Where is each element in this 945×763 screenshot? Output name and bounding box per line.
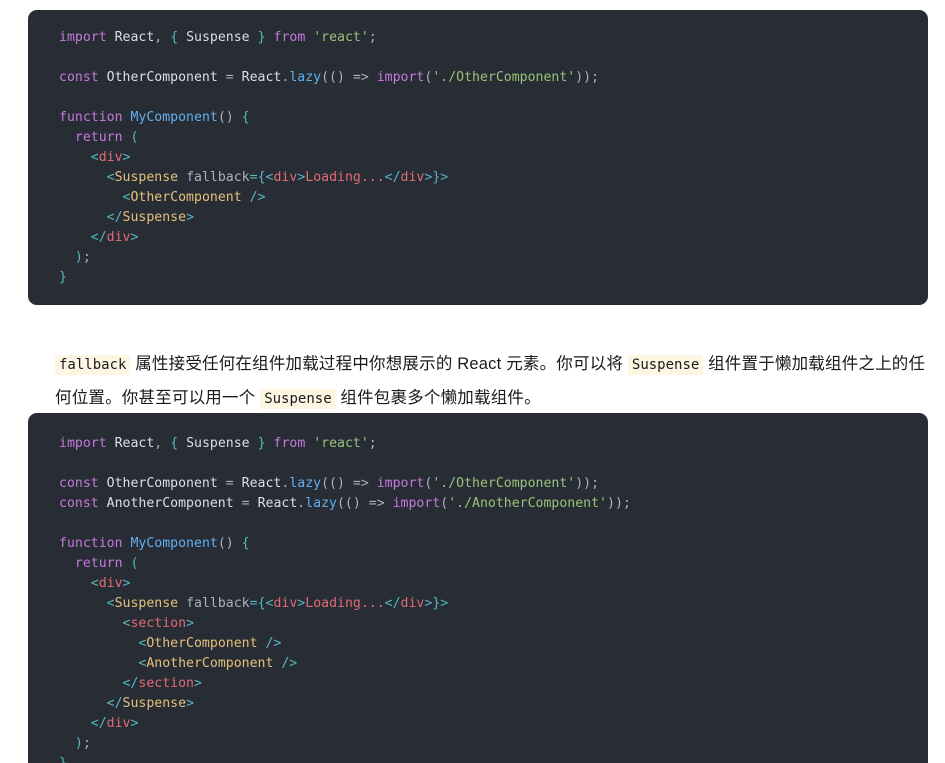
- code-line: </section>: [122, 676, 202, 691]
- code-line: </Suspense>: [106, 696, 195, 711]
- code-line: const OtherComponent = React.lazy(() => …: [59, 70, 600, 85]
- code-block-1-content[interactable]: import React, { Suspense } from 'react';…: [28, 10, 928, 305]
- code-line: }: [59, 754, 928, 763]
- code-line: const AnotherComponent = React.lazy(() =…: [59, 496, 631, 511]
- inline-code-suspense-2: Suspense: [260, 388, 336, 409]
- code-line: }: [59, 270, 67, 285]
- paragraph-fallback-explanation: fallback 属性接受任何在组件加载过程中你想展示的 React 元素。你可…: [55, 348, 935, 416]
- inline-code-fallback: fallback: [55, 354, 131, 375]
- code-block-1[interactable]: import React, { Suspense } from 'react';…: [28, 10, 928, 305]
- code-line: <div>: [90, 150, 131, 165]
- code-line: return (: [74, 556, 139, 571]
- code-line: function MyComponent() {: [59, 110, 250, 125]
- paragraph-text-3: 组件包裹多个懒加载组件。: [335, 388, 541, 407]
- code-line: return (: [74, 130, 139, 145]
- code-line: );: [74, 736, 91, 751]
- code-line: </div>: [90, 230, 139, 245]
- documentation-page: import React, { Suspense } from 'react';…: [0, 0, 945, 763]
- code-line: <OtherComponent />: [138, 636, 282, 651]
- code-line: <div>: [90, 576, 131, 591]
- code-line: const OtherComponent = React.lazy(() => …: [59, 476, 600, 491]
- code-line: import React, { Suspense } from 'react';: [59, 30, 377, 45]
- code-line: <Suspense fallback={<div>Loading...</div…: [106, 596, 449, 611]
- code-line: <AnotherComponent />: [138, 656, 298, 671]
- code-line: </Suspense>: [106, 210, 195, 225]
- inline-code-suspense-1: Suspense: [627, 354, 704, 375]
- code-line: <OtherComponent />: [122, 190, 266, 205]
- code-line: <section>: [122, 616, 195, 631]
- code-line: import React, { Suspense } from 'react';: [59, 436, 377, 451]
- code-line: </div>: [90, 716, 139, 731]
- code-line: function MyComponent() {: [59, 536, 250, 551]
- code-block-2[interactable]: import React, { Suspense } from 'react';…: [28, 413, 928, 763]
- code-line: );: [74, 250, 91, 265]
- code-line: <Suspense fallback={<div>Loading...</div…: [106, 170, 449, 185]
- code-block-2-content[interactable]: import React, { Suspense } from 'react';…: [28, 413, 928, 763]
- paragraph-text-1: 属性接受任何在组件加载过程中你想展示的 React 元素。你可以将: [130, 354, 628, 373]
